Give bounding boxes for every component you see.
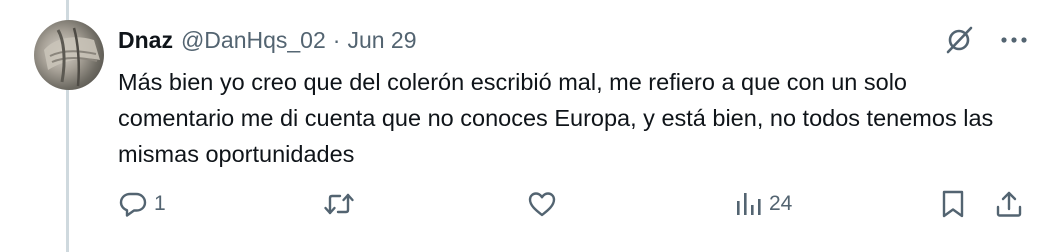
header-separator: ·: [332, 26, 341, 53]
retweet-button[interactable]: [323, 186, 361, 222]
avatar[interactable]: [34, 20, 104, 90]
reply-icon: [118, 189, 148, 219]
tweet-actions: 1 24: [118, 186, 1028, 222]
reply-button[interactable]: 1: [118, 186, 166, 222]
avatar-image: [44, 27, 100, 87]
share-button[interactable]: [994, 186, 1024, 222]
views-button[interactable]: 24: [735, 186, 792, 222]
more-icon[interactable]: [1000, 35, 1028, 45]
bookmark-icon: [940, 189, 966, 219]
views-count: 24: [769, 192, 793, 215]
header-actions: [944, 22, 1028, 58]
retweet-icon: [323, 189, 355, 219]
views-icon: [735, 189, 763, 219]
tweet-content: Dnaz @DanHqs_02 · Jun 29 Más bien yo cre…: [118, 22, 1028, 172]
tweet-text: Más bien yo creo que del colerón escribi…: [118, 69, 994, 167]
bookmark-button[interactable]: [940, 186, 966, 222]
heart-icon: [527, 189, 557, 219]
like-button[interactable]: [527, 186, 563, 222]
tweet-header: Dnaz @DanHqs_02 · Jun 29: [118, 22, 1028, 58]
tweet-date[interactable]: Jun 29: [347, 27, 416, 54]
author-name[interactable]: Dnaz: [118, 27, 173, 54]
author-handle[interactable]: @DanHqs_02: [181, 27, 326, 54]
reply-count: 1: [154, 192, 166, 215]
share-icon: [994, 189, 1024, 219]
grok-icon[interactable]: [944, 25, 974, 55]
